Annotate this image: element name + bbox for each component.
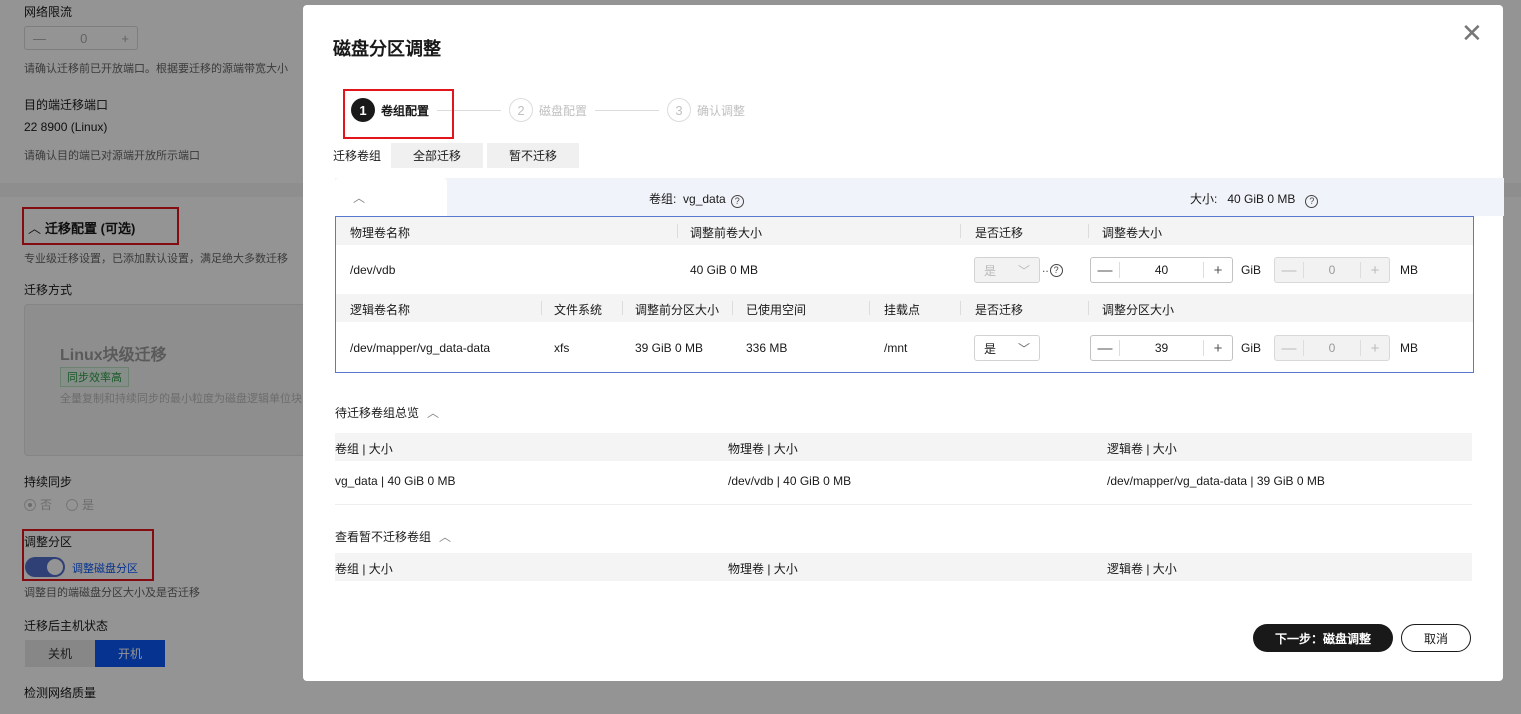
vg-tabs: 迁移卷组 全部迁移 暂不迁移 — [333, 143, 583, 168]
pv-migrate-select[interactable]: 是 ﹀ — [974, 257, 1040, 283]
tab-no-migrate[interactable]: 暂不迁移 — [487, 143, 580, 168]
lv-header-name: 逻辑卷名称 — [350, 303, 411, 317]
step-2-label: 磁盘配置 — [539, 103, 588, 118]
chevron-down-icon: ﹀ — [1017, 263, 1030, 278]
summary-header-vg: 卷组 | 大小 — [335, 442, 393, 456]
lv-name: /dev/mapper/vg_data-data — [350, 341, 491, 355]
chevron-up-icon: ︿ — [427, 406, 440, 420]
chevron-up-icon[interactable]: ︿ — [335, 178, 447, 216]
lv-migrate-select[interactable]: 是 ﹀ — [974, 335, 1040, 361]
plus-icon[interactable]: + — [1204, 262, 1232, 279]
tabs-label: 迁移卷组 — [333, 149, 382, 163]
pv-header-migrate: 是否迁移 — [975, 226, 1024, 240]
lv-header-before: 调整前分区大小 — [635, 303, 720, 317]
lv-header-fs: 文件系统 — [554, 303, 603, 317]
dialog-title: 磁盘分区调整 — [333, 39, 441, 59]
excluded-header-lv: 逻辑卷 | 大小 — [1107, 562, 1177, 576]
summary-title[interactable]: 待迁移卷组总览 ︿ — [335, 404, 439, 421]
tab-migrate-all[interactable]: 全部迁移 — [391, 143, 484, 168]
lv-used: 336 MB — [746, 341, 788, 355]
lv-header-adjust: 调整分区大小 — [1102, 303, 1175, 317]
summary-pv: /dev/vdb | 40 GiB 0 MB — [728, 474, 852, 488]
pv-header-name: 物理卷名称 — [350, 226, 411, 240]
lv-mount: /mnt — [884, 341, 908, 355]
excluded-header-vg: 卷组 | 大小 — [335, 562, 393, 576]
summary-header-pv: 物理卷 | 大小 — [728, 442, 798, 456]
pv-header-adjust: 调整卷大小 — [1102, 226, 1163, 240]
next-step-button[interactable]: 下一步：磁盘调整 — [1253, 624, 1393, 652]
help-icon[interactable]: ? — [1305, 195, 1319, 208]
vg-header: ︿ 卷组: vg_data? 大小: 40 GiB 0 MB? — [335, 178, 1504, 216]
summary-lv: /dev/mapper/vg_data-data | 39 GiB 0 MB — [1107, 474, 1325, 488]
close-icon[interactable]: ✕ — [1461, 20, 1483, 46]
summary-vg: vg_data | 40 GiB 0 MB — [335, 474, 456, 488]
summary-header-lv: 逻辑卷 | 大小 — [1107, 442, 1177, 456]
excluded-title[interactable]: 查看暂不迁移卷组 ︿ — [335, 528, 451, 545]
vg-size: 大小: 40 GiB 0 MB? — [1190, 190, 1319, 208]
lv-mb-stepper[interactable]: —0 + — [1274, 335, 1390, 361]
excluded-header-row: 卷组 | 大小 物理卷 | 大小 逻辑卷 | 大小 — [335, 553, 1472, 581]
lv-header-migrate: 是否迁移 — [975, 303, 1024, 317]
help-icon[interactable]: ? — [730, 195, 744, 208]
summary-row: vg_data | 40 GiB 0 MB /dev/vdb | 40 GiB … — [335, 461, 1472, 505]
minus-icon[interactable]: — — [1091, 262, 1119, 279]
step-2-circle: 2 — [509, 98, 534, 122]
plus-icon[interactable]: + — [1361, 340, 1389, 357]
vg-name: 卷组: vg_data? — [649, 190, 744, 208]
plus-icon[interactable]: + — [1361, 262, 1389, 279]
lv-gib-stepper[interactable]: —39 + — [1090, 335, 1233, 361]
step-3-circle: 3 — [667, 98, 692, 122]
vg-detail-table: 物理卷名称 调整前卷大小 是否迁移 调整卷大小 /dev/vdb 40 GiB … — [335, 216, 1474, 373]
summary-header-row: 卷组 | 大小 物理卷 | 大小 逻辑卷 | 大小 — [335, 433, 1472, 461]
pv-name: /dev/vdb — [350, 263, 396, 277]
step-connector — [595, 109, 660, 111]
excluded-header-pv: 物理卷 | 大小 — [728, 562, 798, 576]
cancel-button[interactable]: 取消 — [1401, 624, 1471, 652]
lv-fs: xfs — [554, 341, 570, 355]
minus-icon[interactable]: — — [1091, 340, 1119, 357]
lv-header-used: 已使用空间 — [746, 303, 807, 317]
minus-icon[interactable]: — — [1275, 340, 1303, 357]
minus-icon[interactable]: — — [1275, 262, 1303, 279]
partition-adjust-dialog: 磁盘分区调整 ✕ 1 卷组配置 2 磁盘配置 3 确认调整 迁移卷组 全部迁移 … — [303, 5, 1504, 681]
step-3-label: 确认调整 — [697, 103, 746, 118]
lv-header-mount: 挂载点 — [884, 303, 921, 317]
highlight-box — [343, 89, 454, 139]
lv-before-size: 39 GiB 0 MB — [635, 341, 704, 355]
pv-mb-stepper[interactable]: —0 + — [1274, 257, 1390, 283]
help-icon[interactable]: ..? — [1042, 261, 1063, 277]
pv-header-row — [336, 217, 1473, 245]
chevron-down-icon: ﹀ — [1017, 341, 1030, 356]
chevron-up-icon: ︿ — [439, 530, 452, 544]
pv-gib-stepper[interactable]: —40 + — [1090, 257, 1233, 283]
pv-before-size: 40 GiB 0 MB — [690, 263, 759, 277]
pv-header-before: 调整前卷大小 — [690, 226, 763, 240]
plus-icon[interactable]: + — [1204, 340, 1232, 357]
